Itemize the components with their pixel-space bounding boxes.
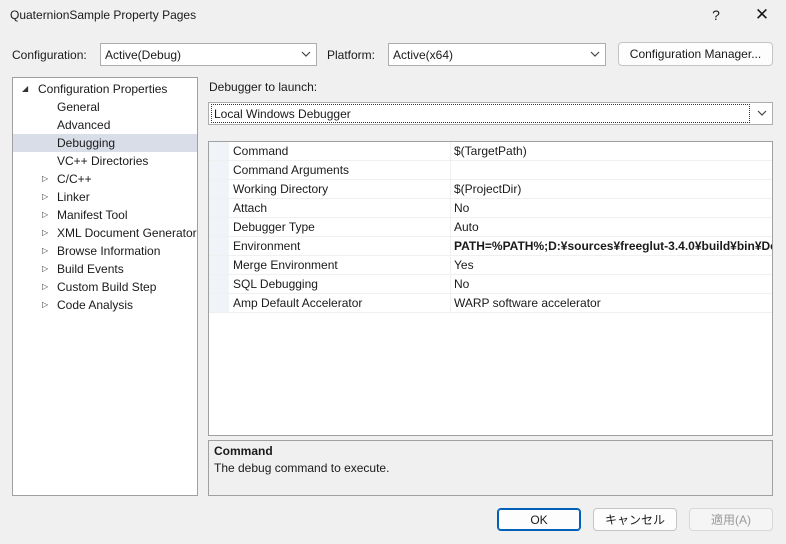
property-row[interactable]: Environment PATH=%PATH%;D:¥sources¥freegl… [209, 237, 772, 256]
debugger-to-launch-label: Debugger to launch: [209, 80, 318, 94]
configuration-select[interactable]: Active(Debug) [100, 43, 317, 66]
property-value[interactable]: WARP software accelerator [451, 294, 772, 312]
tree-item-xml-document-generator[interactable]: ▷ XML Document Generator [13, 224, 197, 242]
tree-item-debugging[interactable]: Debugging [13, 134, 197, 152]
row-gutter [209, 161, 229, 179]
property-name: Command Arguments [229, 161, 451, 179]
expand-arrow-icon[interactable]: ▷ [42, 188, 48, 206]
tree-item-c-c-[interactable]: ▷ C/C++ [13, 170, 197, 188]
tree-item-label: Advanced [57, 118, 111, 132]
help-button[interactable]: ? [694, 0, 738, 30]
close-icon: ✕ [754, 5, 770, 24]
row-gutter [209, 218, 229, 236]
property-value[interactable]: $(TargetPath) [451, 142, 772, 160]
window-title: QuaternionSample Property Pages [10, 8, 197, 22]
tree-item-label: VC++ Directories [57, 154, 149, 168]
tree-item-label: Browse Information [57, 244, 161, 258]
property-name: SQL Debugging [229, 275, 451, 293]
property-grid: Command $(TargetPath) Command Arguments Wor… [208, 141, 773, 436]
row-gutter [209, 180, 229, 198]
tree-item-label: Build Events [57, 262, 124, 276]
expand-arrow-icon[interactable]: ▷ [42, 278, 48, 296]
row-gutter [209, 142, 229, 160]
ok-button[interactable]: OK [497, 508, 581, 531]
property-name: Environment [229, 237, 451, 255]
property-name: Working Directory [229, 180, 451, 198]
tree-item-label: Code Analysis [57, 298, 134, 312]
expand-arrow-icon[interactable]: ▷ [42, 296, 48, 314]
tree-item-vc-directories[interactable]: VC++ Directories [13, 152, 197, 170]
tree-item-custom-build-step[interactable]: ▷ Custom Build Step [13, 278, 197, 296]
property-row[interactable]: Merge Environment Yes [209, 256, 772, 275]
tree-item-manifest-tool[interactable]: ▷ Manifest Tool [13, 206, 197, 224]
tree-item-browse-information[interactable]: ▷ Browse Information [13, 242, 197, 260]
property-name: Debugger Type [229, 218, 451, 236]
tree-item-advanced[interactable]: Advanced [13, 116, 197, 134]
property-row[interactable]: Command $(TargetPath) [209, 142, 772, 161]
description-panel: Command The debug command to execute. [208, 440, 773, 496]
property-row[interactable]: Attach No [209, 199, 772, 218]
property-value[interactable]: PATH=%PATH%;D:¥sources¥freeglut-3.4.0¥bu… [451, 237, 772, 255]
expand-arrow-icon[interactable]: ▷ [42, 242, 48, 260]
platform-label: Platform: [327, 48, 376, 62]
close-button[interactable]: ✕ [740, 0, 784, 30]
tree-item-build-events[interactable]: ▷ Build Events [13, 260, 197, 278]
row-gutter [209, 294, 229, 312]
description-title: Command [214, 444, 273, 458]
tree-item-label: Manifest Tool [57, 208, 128, 222]
property-name: Merge Environment [229, 256, 451, 274]
row-gutter [209, 199, 229, 217]
row-gutter [209, 237, 229, 255]
tree-item-label: Custom Build Step [57, 280, 157, 294]
property-row[interactable]: Working Directory $(ProjectDir) [209, 180, 772, 199]
tree-item-label: C/C++ [57, 172, 92, 186]
property-value[interactable] [451, 161, 772, 179]
property-value[interactable]: Auto [451, 218, 772, 236]
configuration-value: Active(Debug) [105, 47, 182, 62]
expand-arrow-icon[interactable]: ▷ [42, 224, 48, 242]
configuration-label: Configuration: [12, 48, 87, 62]
row-gutter [209, 275, 229, 293]
property-row[interactable]: Amp Default Accelerator WARP software acc… [209, 294, 772, 313]
property-name: Amp Default Accelerator [229, 294, 451, 312]
tree-item-label: Debugging [57, 136, 116, 150]
chevron-down-icon [585, 49, 605, 60]
row-gutter [209, 256, 229, 274]
chevron-down-icon [752, 108, 772, 119]
chevron-down-icon [296, 49, 316, 60]
tree-item-label: Linker [57, 190, 90, 204]
expand-arrow-icon[interactable]: ▷ [42, 206, 48, 224]
property-value[interactable]: Yes [451, 256, 772, 274]
platform-value: Active(x64) [393, 47, 454, 62]
property-row[interactable]: SQL Debugging No [209, 275, 772, 294]
expanded-arrow-icon[interactable]: ◢ [22, 80, 28, 98]
tree-item-linker[interactable]: ▷ Linker [13, 188, 197, 206]
property-row[interactable]: Command Arguments [209, 161, 772, 180]
property-name: Attach [229, 199, 451, 217]
tree-item-code-analysis[interactable]: ▷ Code Analysis [13, 296, 197, 314]
property-value[interactable]: $(ProjectDir) [451, 180, 772, 198]
property-row[interactable]: Debugger Type Auto [209, 218, 772, 237]
help-icon: ? [712, 7, 720, 23]
cancel-button[interactable]: キャンセル [593, 508, 677, 531]
apply-button[interactable]: 適用(A) [689, 508, 773, 531]
configuration-manager-button[interactable]: Configuration Manager... [618, 42, 773, 66]
expand-arrow-icon[interactable]: ▷ [42, 260, 48, 278]
tree-item-general[interactable]: General [13, 98, 197, 116]
tree-root-configuration-properties[interactable]: ◢ Configuration Properties [13, 80, 197, 98]
expand-arrow-icon[interactable]: ▷ [42, 170, 48, 188]
category-tree: ◢ Configuration Properties General Advanc… [12, 77, 198, 496]
debugger-select[interactable]: Local Windows Debugger [208, 102, 773, 125]
property-name: Command [229, 142, 451, 160]
tree-item-label: General [57, 100, 100, 114]
property-value[interactable]: No [451, 275, 772, 293]
tree-root-label: Configuration Properties [38, 82, 168, 96]
debugger-value: Local Windows Debugger [211, 104, 750, 123]
tree-item-label: XML Document Generator [57, 226, 197, 240]
description-text: The debug command to execute. [214, 461, 390, 475]
property-value[interactable]: No [451, 199, 772, 217]
platform-select[interactable]: Active(x64) [388, 43, 606, 66]
